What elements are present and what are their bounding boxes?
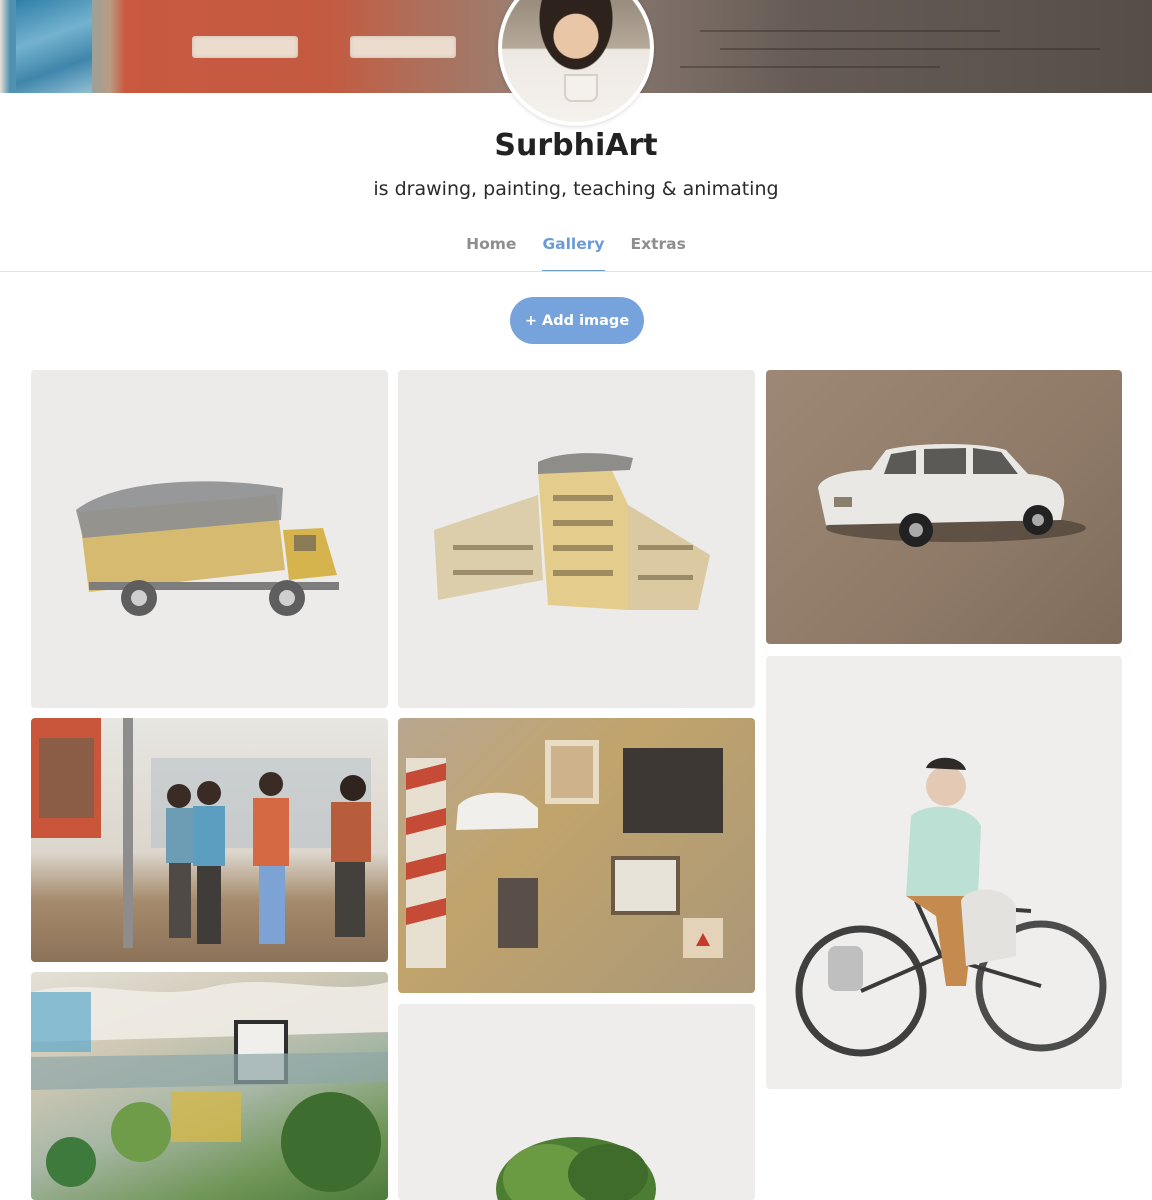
profile-tagline: is drawing, painting, teaching & animati…	[373, 178, 779, 200]
gallery-image-tree[interactable]	[398, 1004, 755, 1200]
gallery-image-cyclist[interactable]	[766, 656, 1122, 1089]
cover-art-detail	[350, 36, 456, 58]
gallery-image-abstract[interactable]	[31, 972, 388, 1200]
tree-painting	[496, 1137, 656, 1200]
gallery-image-truck[interactable]	[31, 370, 388, 708]
gallery-image-collage[interactable]	[398, 718, 755, 993]
abstract-landscape-painting	[31, 982, 388, 1192]
add-image-button[interactable]: + Add image	[510, 297, 644, 344]
tab-extras[interactable]: Extras	[631, 225, 686, 271]
collage-painting	[406, 740, 723, 968]
gallery-image-building[interactable]	[398, 370, 755, 708]
building-painting	[434, 453, 710, 610]
tab-home[interactable]: Home	[466, 225, 516, 271]
cover-art-detail	[700, 30, 1000, 32]
cover-art-detail	[720, 48, 1100, 50]
tab-gallery[interactable]: Gallery	[542, 225, 605, 272]
profile-name: SurbhiArt	[494, 128, 658, 163]
cyclist-painting	[795, 757, 1107, 1057]
profile-tabs: Home Gallery Extras	[0, 225, 1152, 272]
gallery-image-car[interactable]	[766, 370, 1122, 644]
gallery-image-people[interactable]	[31, 718, 388, 962]
cover-art-detail	[16, 0, 92, 93]
white-car-painting	[818, 444, 1086, 547]
profile-avatar[interactable]	[498, 0, 654, 126]
cover-art-detail	[192, 36, 298, 58]
truck-painting	[76, 481, 339, 616]
cover-art-detail	[680, 66, 940, 68]
avatar-photo	[502, 0, 650, 122]
tabs-divider	[0, 271, 1152, 272]
avatar-photo-detail	[564, 74, 598, 102]
people-street-painting	[31, 718, 371, 948]
